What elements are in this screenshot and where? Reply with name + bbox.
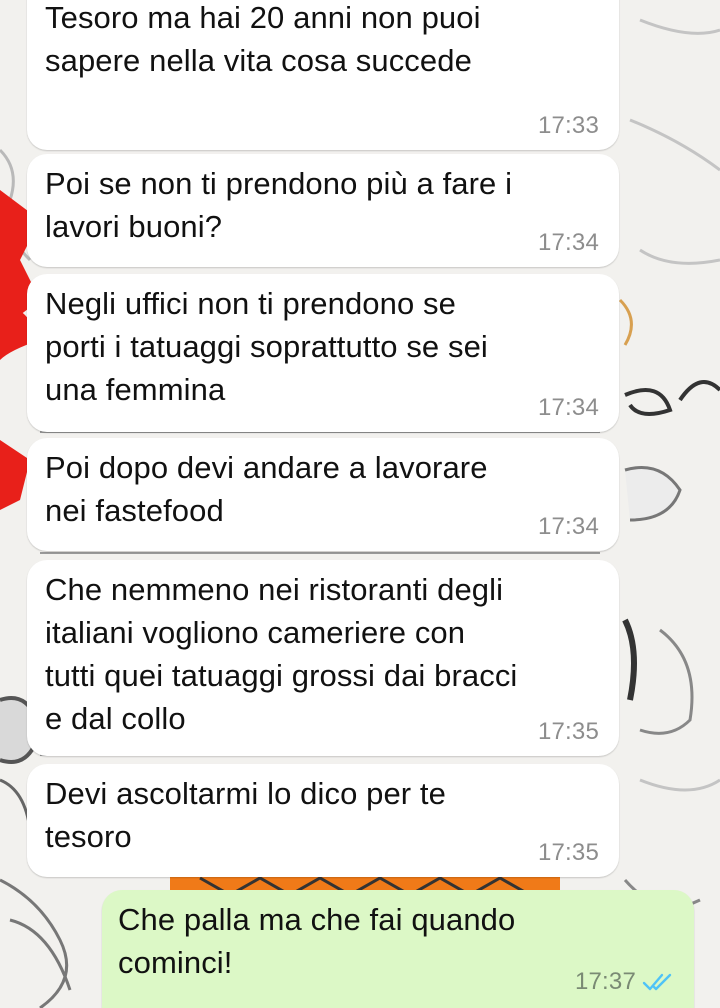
message-meta: 17:35 <box>538 839 599 867</box>
double-check-read-icon <box>642 973 672 991</box>
message-text: Tesoro ma hai 20 anni non puoi sapere ne… <box>45 0 481 78</box>
message-meta: 17:34 <box>538 394 599 422</box>
message-timestamp: 17:37 <box>574 968 636 995</box>
message-meta: 17:33 <box>538 112 599 140</box>
message-meta: 17:34 <box>538 229 599 257</box>
message-meta: 17:35 <box>538 718 599 746</box>
incoming-message-bubble[interactable]: Negli uffici non ti prendono se porti i … <box>27 274 619 432</box>
message-text: Poi dopo devi andare a lavorare nei fast… <box>45 450 488 528</box>
message-meta: 17:34 <box>538 513 599 541</box>
message-timestamp: 17:35 <box>537 839 599 866</box>
message-timestamp: 17:34 <box>537 394 599 421</box>
message-text: Poi se non ti prendono più a fare i lavo… <box>45 166 513 244</box>
outgoing-message-bubble[interactable]: Che palla ma che fai quando cominci! 17:… <box>102 890 694 1008</box>
message-text: Che nemmeno nei ristoranti degli italian… <box>45 572 518 736</box>
message-timestamp: 17:34 <box>537 513 599 540</box>
incoming-message-bubble[interactable]: Che nemmeno nei ristoranti degli italian… <box>27 560 619 756</box>
incoming-message-bubble[interactable]: Poi se non ti prendono più a fare i lavo… <box>27 154 619 267</box>
message-timestamp: 17:34 <box>537 229 599 256</box>
incoming-message-bubble[interactable]: Devi ascoltarmi lo dico per te tesoro 17… <box>27 764 619 877</box>
incoming-message-bubble[interactable]: Tesoro ma hai 20 anni non puoi sapere ne… <box>27 0 619 150</box>
message-meta: 17:37 <box>575 968 674 996</box>
chat-thread[interactable]: Tesoro ma hai 20 anni non puoi sapere ne… <box>0 0 720 1008</box>
message-timestamp: 17:33 <box>537 112 599 139</box>
message-text: Devi ascoltarmi lo dico per te tesoro <box>45 776 446 854</box>
message-timestamp: 17:35 <box>537 718 599 745</box>
message-text: Negli uffici non ti prendono se porti i … <box>45 286 488 407</box>
incoming-message-bubble[interactable]: Poi dopo devi andare a lavorare nei fast… <box>27 438 619 551</box>
